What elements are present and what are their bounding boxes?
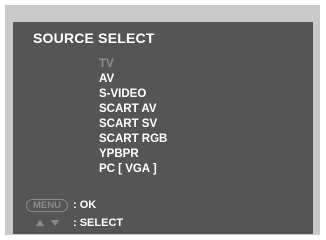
select-hint: : SELECT (26, 215, 123, 231)
source-item-scart-av[interactable]: SCART AV (99, 102, 167, 117)
source-item-s-video[interactable]: S-VIDEO (99, 87, 167, 102)
source-item-scart-sv[interactable]: SCART SV (99, 117, 167, 132)
source-item-pc-vga[interactable]: PC [ VGA ] (99, 162, 167, 177)
menu-key-icon: MENU (26, 198, 68, 212)
source-list: TV AV S-VIDEO SCART AV SCART SV SCART RG… (99, 57, 167, 177)
down-arrow-icon (50, 220, 59, 226)
source-item-scart-rgb[interactable]: SCART RGB (99, 132, 167, 147)
ok-hint-text: : OK (73, 199, 97, 211)
ok-hint: MENU : OK (26, 197, 96, 213)
up-arrow-icon (35, 220, 44, 226)
source-item-ypbpr[interactable]: YPBPR (99, 147, 167, 162)
select-hint-text: : SELECT (73, 217, 124, 229)
source-item-tv[interactable]: TV (99, 57, 167, 72)
menu-title: SOURCE SELECT (33, 30, 155, 46)
arrow-keys (26, 220, 68, 226)
source-item-av[interactable]: AV (99, 72, 167, 87)
